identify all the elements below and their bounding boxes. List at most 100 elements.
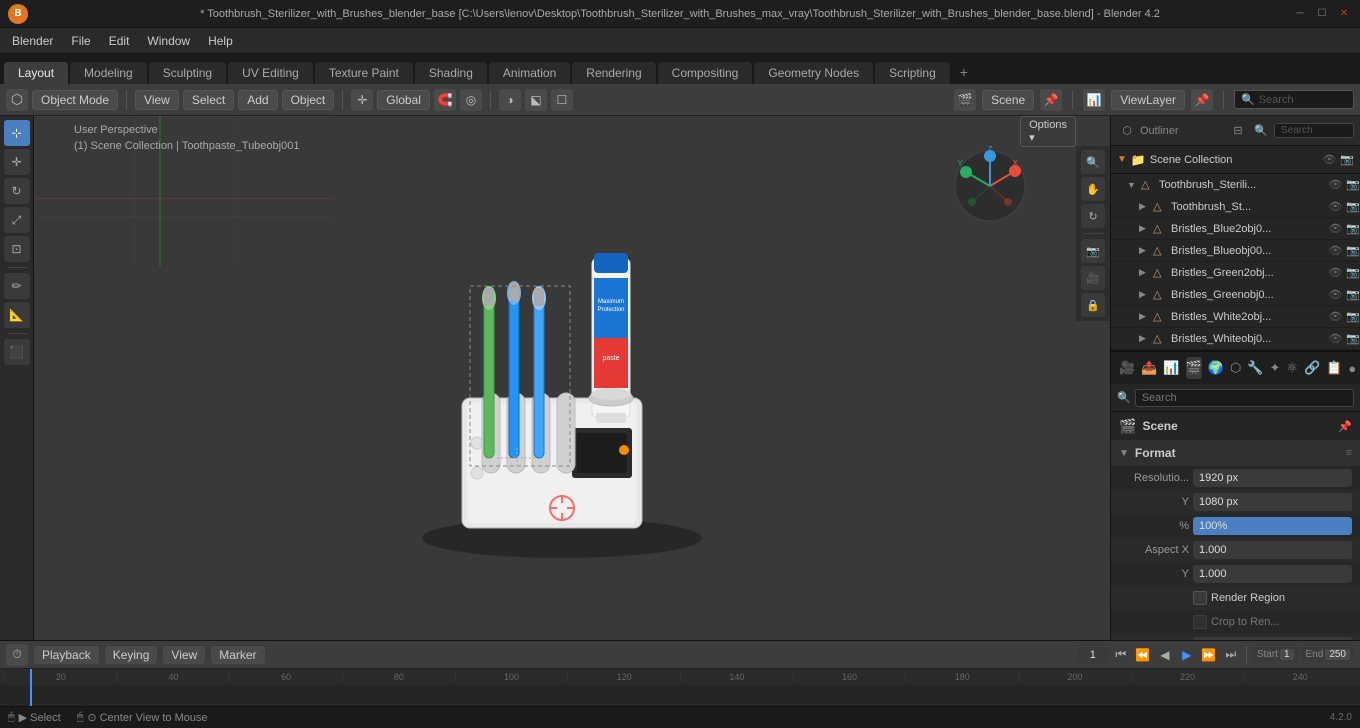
- scene-collection-render-icon[interactable]: 📷: [1340, 153, 1354, 166]
- viewport-zoom-icon[interactable]: 🔍: [1081, 150, 1105, 174]
- props-tab-data[interactable]: 📋: [1326, 357, 1342, 379]
- tab-shading[interactable]: Shading: [415, 62, 487, 84]
- tool-measure[interactable]: 📐: [4, 302, 30, 328]
- timeline-editor-icon[interactable]: ⏱: [6, 644, 28, 666]
- sc-item-2-eye[interactable]: 👁: [1328, 222, 1342, 235]
- close-button[interactable]: ✕: [1336, 6, 1352, 22]
- add-workspace-button[interactable]: +: [952, 60, 976, 84]
- xray-icon[interactable]: ☐: [551, 89, 573, 111]
- editor-type-icon[interactable]: ⬡: [6, 89, 28, 111]
- snap-icon[interactable]: 🧲: [434, 89, 456, 111]
- sc-item-5-eye[interactable]: 👁: [1328, 288, 1342, 301]
- marker-btn[interactable]: Marker: [211, 646, 264, 664]
- sc-item-5-render[interactable]: 📷: [1346, 288, 1360, 301]
- transform-orientation[interactable]: Global: [377, 90, 430, 110]
- props-tab-render[interactable]: 🎥: [1119, 357, 1135, 379]
- menu-help[interactable]: Help: [200, 32, 241, 50]
- current-frame-field[interactable]: 1: [1078, 647, 1108, 663]
- resolution-x-value[interactable]: 1920 px: [1193, 469, 1352, 487]
- sc-item-1-eye[interactable]: 👁: [1328, 200, 1342, 213]
- view-layer-pin-icon[interactable]: 📌: [1191, 89, 1213, 111]
- transform-gizmo-icon[interactable]: ✛: [351, 89, 373, 111]
- scene-name[interactable]: Scene: [982, 90, 1034, 110]
- viewport-camera-icon[interactable]: 📷: [1081, 239, 1105, 263]
- resolution-pct-value[interactable]: 100%: [1193, 517, 1352, 535]
- sc-item-4[interactable]: ▶ △ Bristles_Green2obj... 👁 📷: [1111, 262, 1360, 284]
- proportional-edit-icon[interactable]: ◎: [460, 89, 482, 111]
- tab-animation[interactable]: Animation: [489, 62, 570, 84]
- tool-transform[interactable]: ⊡: [4, 236, 30, 262]
- tab-geometry-nodes[interactable]: Geometry Nodes: [754, 62, 873, 84]
- jump-end-btn[interactable]: ⏭: [1222, 646, 1240, 664]
- aspect-y-value[interactable]: 1.000: [1193, 565, 1352, 583]
- sc-item-0-eye[interactable]: 👁: [1328, 178, 1342, 191]
- viewport-lock-icon[interactable]: 🔒: [1081, 293, 1105, 317]
- select-menu[interactable]: Select: [183, 90, 234, 110]
- crop-checkbox[interactable]: [1193, 615, 1207, 629]
- view-btn[interactable]: View: [163, 646, 205, 664]
- scene-icon[interactable]: 🎬: [954, 89, 976, 111]
- start-value[interactable]: 1: [1280, 649, 1294, 660]
- sc-item-2[interactable]: ▶ △ Bristles_Blue2obj0... 👁 📷: [1111, 218, 1360, 240]
- aspect-x-value[interactable]: 1.000: [1193, 541, 1352, 559]
- tool-scale[interactable]: ⤢: [4, 207, 30, 233]
- step-back-btn[interactable]: ⏪: [1134, 646, 1152, 664]
- view-layer-name[interactable]: ViewLayer: [1111, 90, 1185, 110]
- tab-modeling[interactable]: Modeling: [70, 62, 147, 84]
- play-back-btn[interactable]: ◀: [1156, 646, 1174, 664]
- mode-select[interactable]: Object Mode: [32, 90, 118, 110]
- outliner-search-icon[interactable]: 🔍: [1251, 121, 1271, 141]
- props-tab-modifier[interactable]: 🔧: [1247, 357, 1263, 379]
- sc-item-7[interactable]: ▶ △ Bristles_Whiteobj0... 👁 📷: [1111, 328, 1360, 350]
- tool-annotate[interactable]: ✏: [4, 273, 30, 299]
- tool-rotate[interactable]: ↻: [4, 178, 30, 204]
- viewport[interactable]: User Perspective (1) Scene Collection | …: [34, 116, 1110, 640]
- props-tab-constraints[interactable]: 🔗: [1304, 357, 1320, 379]
- render-region-checkbox[interactable]: [1193, 591, 1207, 605]
- format-options-icon[interactable]: ≡: [1346, 447, 1352, 459]
- props-tab-view-layer[interactable]: 📊: [1163, 357, 1179, 379]
- scene-pin-button[interactable]: 📌: [1338, 420, 1352, 433]
- view-layer-icon[interactable]: 📊: [1083, 89, 1105, 111]
- options-button[interactable]: Options ▾: [1020, 116, 1076, 147]
- outliner-search-input[interactable]: Search: [1274, 123, 1354, 138]
- add-menu[interactable]: Add: [238, 90, 277, 110]
- sc-item-3-render[interactable]: 📷: [1346, 244, 1360, 257]
- tool-add-cube[interactable]: ⬛: [4, 339, 30, 365]
- outliner-filter-icon[interactable]: ⊟: [1228, 121, 1248, 141]
- format-section-header[interactable]: ▼ Format ≡: [1111, 440, 1360, 466]
- jump-start-btn[interactable]: ⏮: [1112, 646, 1130, 664]
- object-menu[interactable]: Object: [282, 90, 335, 110]
- menu-edit[interactable]: Edit: [101, 32, 138, 50]
- sc-item-3-eye[interactable]: 👁: [1328, 244, 1342, 257]
- props-search-input[interactable]: [1135, 389, 1354, 407]
- minimize-button[interactable]: ─: [1292, 6, 1308, 22]
- outliner-type-icon[interactable]: ⬡: [1117, 121, 1137, 141]
- overlay-icon[interactable]: ⬕: [525, 89, 547, 111]
- sc-item-2-render[interactable]: 📷: [1346, 222, 1360, 235]
- viewport-pan-icon[interactable]: ✋: [1081, 177, 1105, 201]
- props-tab-material[interactable]: ●: [1348, 357, 1356, 379]
- tab-layout[interactable]: Layout: [4, 62, 68, 84]
- sc-item-7-eye[interactable]: 👁: [1328, 332, 1342, 345]
- tab-texture-paint[interactable]: Texture Paint: [315, 62, 413, 84]
- view-menu[interactable]: View: [135, 90, 179, 110]
- sc-item-4-render[interactable]: 📷: [1346, 266, 1360, 279]
- menu-window[interactable]: Window: [139, 32, 198, 50]
- tool-move[interactable]: ✛: [4, 149, 30, 175]
- sc-item-6[interactable]: ▶ △ Bristles_White2obj... 👁 📷: [1111, 306, 1360, 328]
- props-tab-world[interactable]: 🌍: [1208, 357, 1224, 379]
- playback-btn[interactable]: Playback: [34, 646, 99, 664]
- scene-collection-expand-icon[interactable]: ▼: [1117, 154, 1127, 165]
- tool-cursor[interactable]: ⊹: [4, 120, 30, 146]
- viewport-orbit-icon[interactable]: ↻: [1081, 204, 1105, 228]
- tab-uv-editing[interactable]: UV Editing: [228, 62, 313, 84]
- tab-sculpting[interactable]: Sculpting: [149, 62, 226, 84]
- scene-collection-eye-icon[interactable]: 👁: [1322, 153, 1336, 166]
- step-forward-btn[interactable]: ⏩: [1200, 646, 1218, 664]
- maximize-button[interactable]: ☐: [1314, 6, 1330, 22]
- props-tab-output[interactable]: 📤: [1141, 357, 1157, 379]
- blender-logo[interactable]: B: [8, 4, 28, 24]
- tab-rendering[interactable]: Rendering: [572, 62, 655, 84]
- sc-item-6-render[interactable]: 📷: [1346, 310, 1360, 323]
